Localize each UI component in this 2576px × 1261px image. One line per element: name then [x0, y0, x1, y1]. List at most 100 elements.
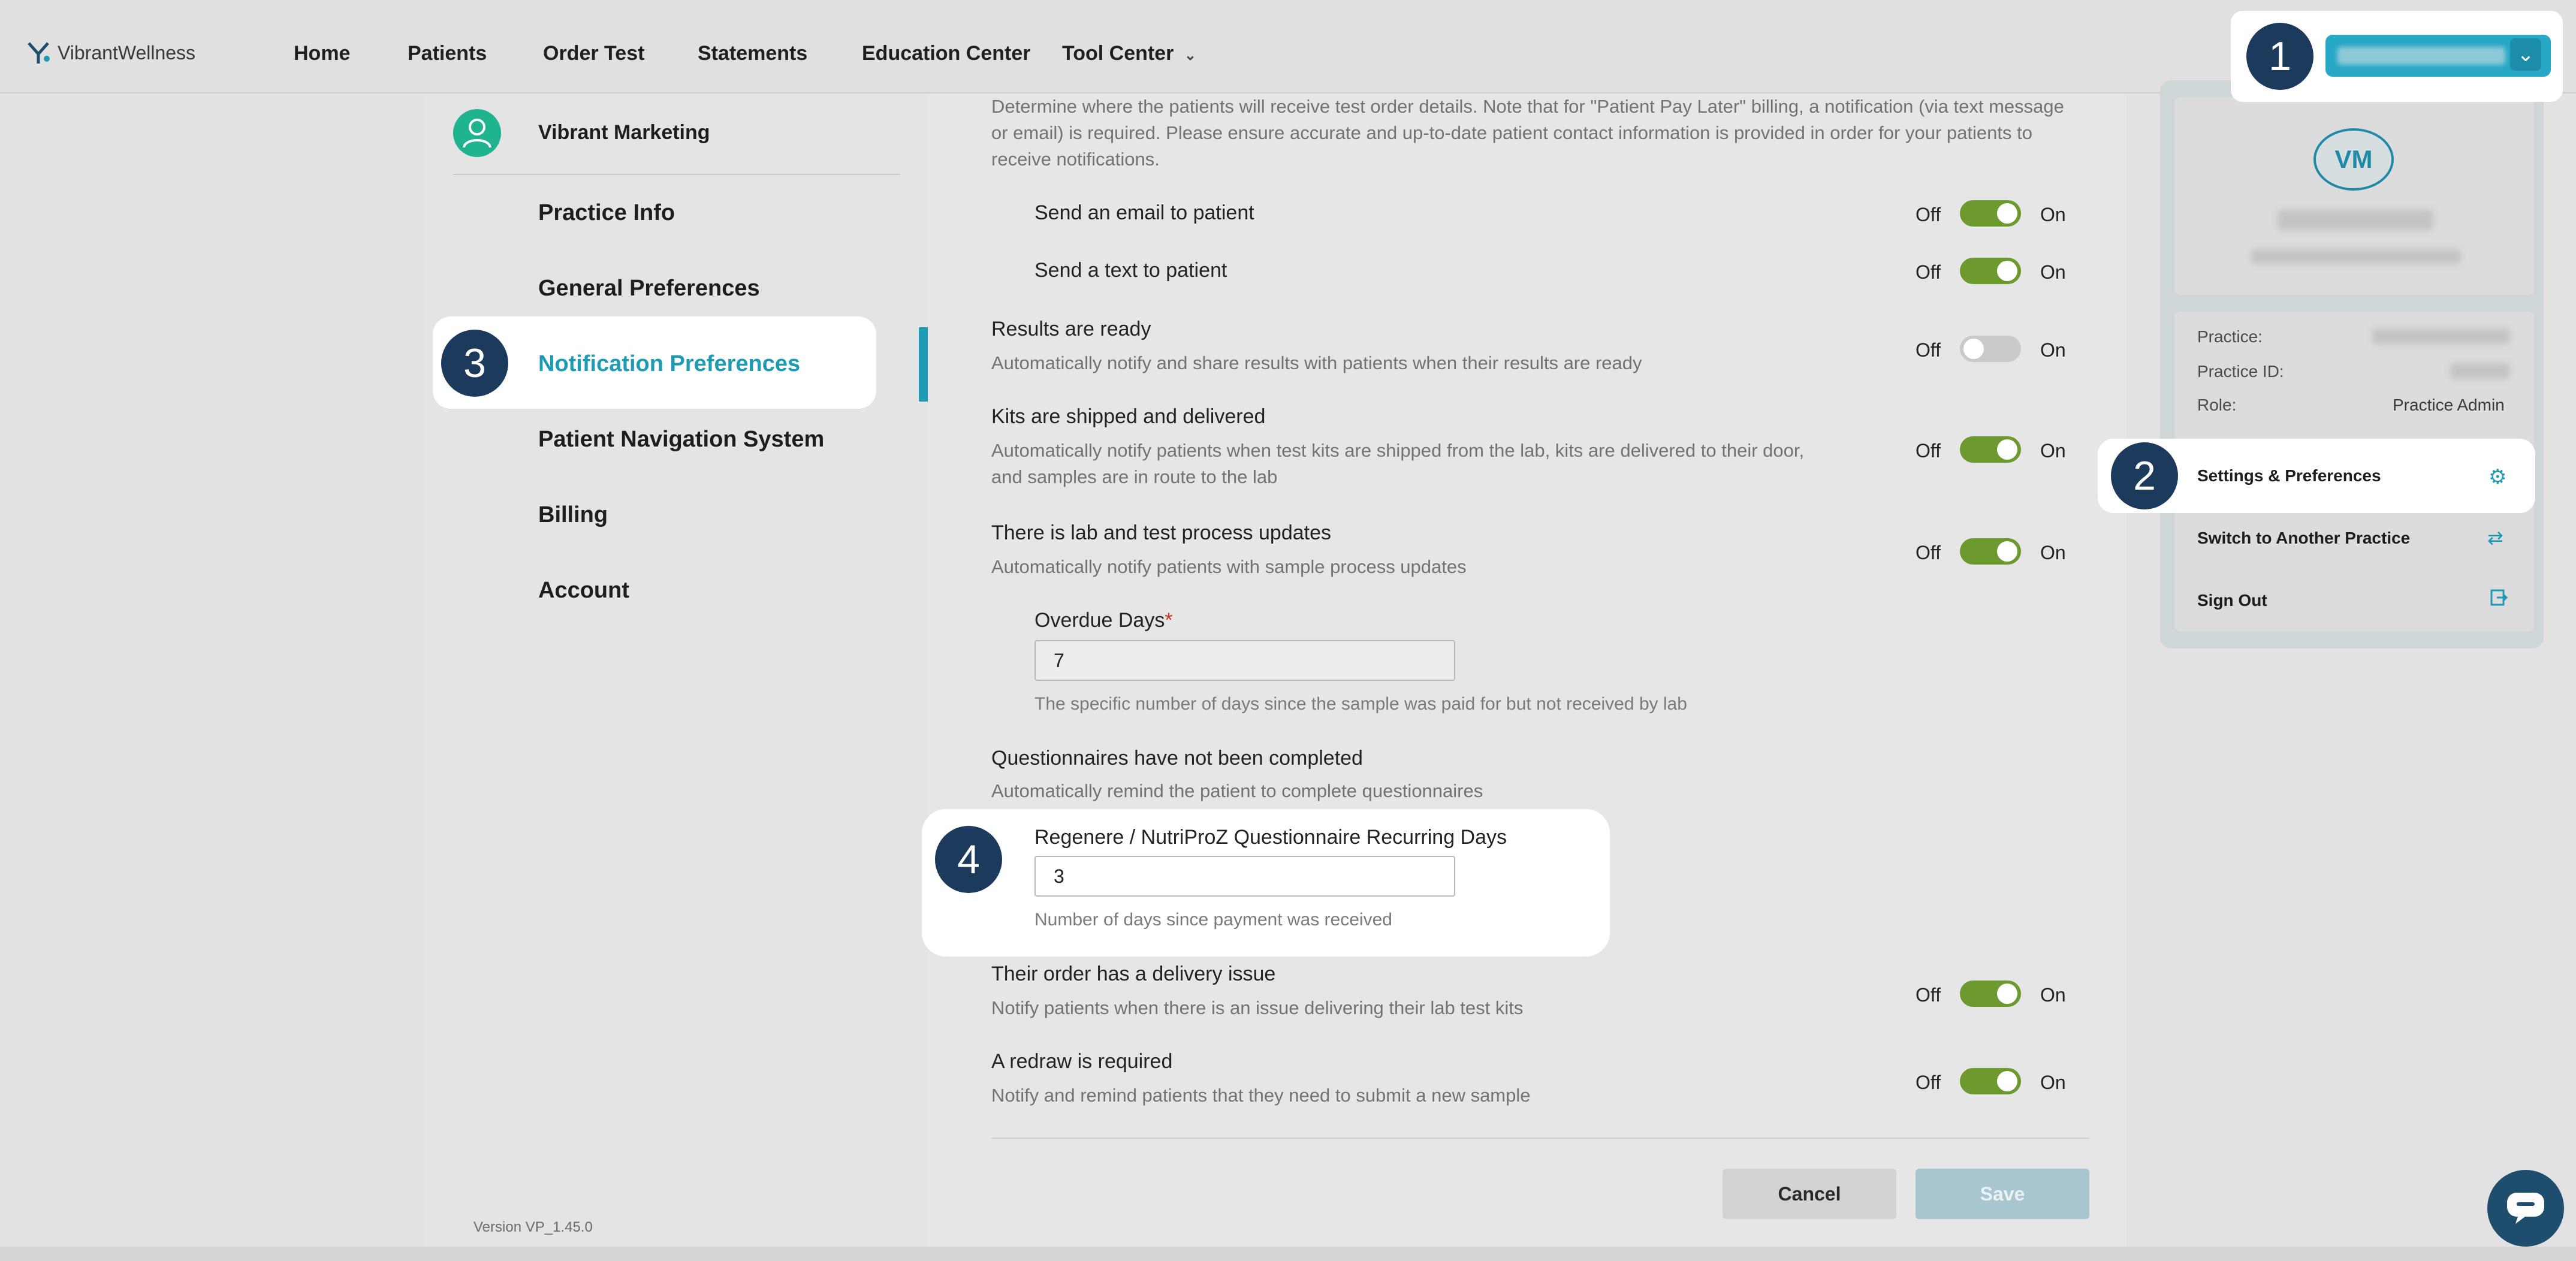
- text-toggle[interactable]: [1960, 258, 2021, 284]
- toggle-knob: [1963, 339, 1984, 359]
- lab-toggle[interactable]: [1960, 538, 2021, 565]
- role-value: Practice Admin: [2393, 396, 2505, 414]
- overdue-days-label-text: Overdue Days: [1034, 609, 1165, 632]
- kits-setting-title: Kits are shipped and delivered: [991, 405, 1266, 428]
- toggle-knob: [1997, 439, 2017, 460]
- account-avatar: [453, 109, 501, 157]
- sidebar-item-general-preferences[interactable]: General Preferences: [538, 276, 760, 301]
- nav-tool-center[interactable]: Tool Center ⌄: [1062, 42, 1196, 65]
- logo-text: VibrantWellness: [58, 41, 196, 64]
- overdue-days-label: Overdue Days*: [1034, 609, 1173, 632]
- menu-settings-preferences[interactable]: Settings & Preferences: [2197, 466, 2381, 485]
- menu-sign-out[interactable]: Sign Out: [2197, 591, 2267, 610]
- practice-id-label: Practice ID:: [2197, 362, 2284, 381]
- top-nav-bar: [0, 0, 2576, 93]
- intro-text: Determine where the patients will receiv…: [991, 96, 2064, 170]
- vibrant-wellness-logo[interactable]: VibrantWellness: [26, 41, 195, 65]
- overdue-days-hint: The specific number of days since the sa…: [1034, 694, 1687, 714]
- save-button[interactable]: Save: [1916, 1169, 2089, 1219]
- recurring-days-hint: Number of days since payment was receive…: [1034, 910, 1392, 930]
- practice-label: Practice:: [2197, 327, 2263, 346]
- delivery-toggle[interactable]: [1960, 981, 2021, 1007]
- account-profile-card: [2174, 97, 2534, 295]
- questionnaire-setting-desc: Automatically remind the patient to comp…: [991, 780, 1483, 801]
- on-label: On: [2040, 204, 2066, 225]
- sidebar-item-practice-info[interactable]: Practice Info: [538, 200, 675, 226]
- redacted-practice-id: [2450, 363, 2510, 379]
- bottom-edge: [0, 1247, 2576, 1261]
- on-label: On: [2040, 542, 2066, 563]
- menu-switch-practice[interactable]: Switch to Another Practice: [2197, 529, 2410, 548]
- redacted-user-email: [2251, 249, 2461, 264]
- cancel-button[interactable]: Cancel: [1723, 1169, 1896, 1219]
- profile-avatar: VM: [2313, 128, 2394, 191]
- delivery-setting-desc: Notify patients when there is an issue d…: [991, 997, 1524, 1018]
- redraw-setting-title: A redraw is required: [991, 1050, 1173, 1073]
- chevron-down-icon: ⌄: [1184, 47, 1196, 64]
- redraw-toggle[interactable]: [1960, 1068, 2021, 1094]
- off-label: Off: [1916, 984, 1941, 1006]
- redacted-practice-name: [2372, 328, 2510, 344]
- sidebar-account-name: Vibrant Marketing: [538, 121, 710, 144]
- text-setting-title: Send a text to patient: [1034, 259, 1227, 282]
- nav-tool-center-label: Tool Center: [1062, 42, 1174, 65]
- toggle-knob: [1997, 261, 2017, 281]
- lab-setting-desc: Automatically notify patients with sampl…: [991, 556, 1467, 577]
- chat-icon: [2507, 1193, 2544, 1224]
- overdue-days-input[interactable]: 7: [1034, 640, 1455, 681]
- off-label: Off: [1916, 1072, 1941, 1093]
- nav-order-test[interactable]: Order Test: [543, 42, 644, 65]
- step-badge-2: 2: [2111, 442, 2178, 509]
- active-indicator: [919, 327, 928, 402]
- kits-setting-desc: Automatically notify patients when test …: [991, 440, 1805, 487]
- delivery-setting-title: Their order has a delivery issue: [991, 963, 1276, 985]
- user-icon: [463, 119, 491, 148]
- role-label: Role:: [2197, 396, 2237, 414]
- toggle-knob: [1997, 984, 2017, 1004]
- redraw-setting-desc: Notify and remind patients that they nee…: [991, 1085, 1531, 1106]
- on-label: On: [2040, 1072, 2066, 1093]
- chevron-down-icon: ⌄: [2510, 38, 2541, 71]
- footer-divider: [991, 1138, 2089, 1139]
- nav-education-center[interactable]: Education Center: [862, 42, 1030, 65]
- toggle-knob: [1997, 203, 2017, 224]
- nav-statements[interactable]: Statements: [698, 42, 807, 65]
- gear-icon: ⚙: [2488, 466, 2507, 488]
- on-label: On: [2040, 339, 2066, 361]
- toggle-knob: [1997, 541, 2017, 562]
- off-label: Off: [1916, 542, 1941, 563]
- settings-sidebar: [424, 93, 928, 1261]
- off-label: Off: [1916, 204, 1941, 225]
- results-setting-desc: Automatically notify and share results w…: [991, 352, 1642, 373]
- results-toggle[interactable]: [1960, 336, 2021, 362]
- on-label: On: [2040, 984, 2066, 1006]
- results-setting-title: Results are ready: [991, 318, 1151, 340]
- sign-out-icon: [2490, 589, 2508, 610]
- sidebar-item-notification-preferences[interactable]: Notification Preferences: [538, 351, 800, 377]
- email-toggle[interactable]: [1960, 200, 2021, 227]
- kits-toggle[interactable]: [1960, 436, 2021, 463]
- off-label: Off: [1916, 440, 1941, 461]
- swap-icon: ⇄: [2487, 527, 2503, 548]
- nav-home[interactable]: Home: [294, 42, 350, 65]
- step-badge-3: 3: [441, 330, 508, 397]
- chat-support-button[interactable]: [2487, 1170, 2564, 1247]
- recurring-days-label: Regenere / NutriProZ Questionnaire Recur…: [1034, 826, 1507, 849]
- redacted-user-name: [2278, 210, 2433, 230]
- lab-setting-title: There is lab and test process updates: [991, 521, 1331, 544]
- version-label: Version VP_1.45.0: [473, 1219, 593, 1235]
- toggle-knob: [1997, 1071, 2017, 1091]
- questionnaire-setting-title: Questionnaires have not been completed: [991, 747, 1363, 770]
- off-label: Off: [1916, 339, 1941, 361]
- logo-icon: [28, 42, 50, 64]
- nav-patients[interactable]: Patients: [408, 42, 487, 65]
- off-label: Off: [1916, 261, 1941, 283]
- sidebar-item-patient-navigation-system[interactable]: Patient Navigation System: [538, 427, 824, 452]
- sidebar-item-billing[interactable]: Billing: [538, 502, 608, 528]
- recurring-days-input[interactable]: 3: [1034, 856, 1455, 897]
- step-badge-4: 4: [935, 826, 1002, 893]
- step-badge-1: 1: [2246, 23, 2313, 90]
- email-setting-title: Send an email to patient: [1034, 201, 1254, 224]
- on-label: On: [2040, 261, 2066, 283]
- sidebar-item-account[interactable]: Account: [538, 578, 629, 604]
